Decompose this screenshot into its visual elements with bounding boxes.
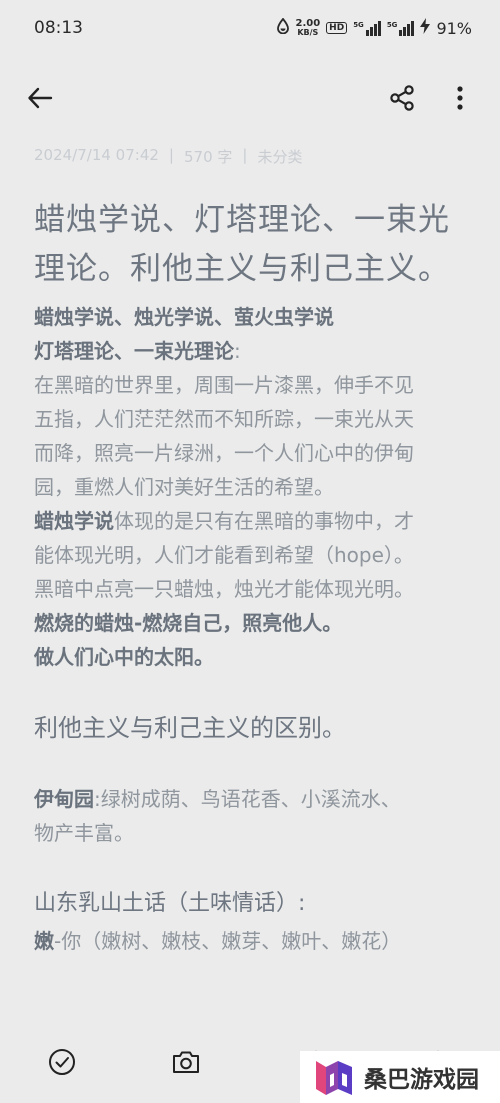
paragraph-line: 五指，人们茫茫然而不知所踪，一束光从天 <box>34 407 414 431</box>
net-speed: 2.00 KB/S <box>295 18 321 37</box>
share-icon <box>390 85 414 111</box>
paragraph-line: 物产丰富。 <box>34 821 134 845</box>
paragraph-line: 能体现光明，人们才能看到希望（hope）。 <box>34 543 414 567</box>
signal-icon-2: 5G <box>387 20 415 36</box>
note-toolbar <box>0 70 500 126</box>
watermark-text: 桑巴游戏园 <box>364 1067 479 1093</box>
paragraph-line: 园，重燃人们对美好生活的希望。 <box>34 475 334 499</box>
more-vertical-icon <box>457 86 463 110</box>
note-editor[interactable]: 蜡烛学说、灯塔理论、一束光 理论。利他主义与利己主义。 蜡烛学说、烛光学说、萤火… <box>34 196 474 958</box>
signal-icon: 5G <box>353 20 381 36</box>
bold-line: 做人们心中的太阳。 <box>34 645 214 669</box>
paragraph-line: 蜡烛学说体现的是只有在黑暗的事物中，才 <box>34 509 414 533</box>
note-datetime: 2024/7/14 07:42 <box>34 146 159 164</box>
camera-button[interactable] <box>166 1042 206 1082</box>
note-meta: 2024/7/14 07:42 | 570 字 | 未分类 <box>34 146 302 167</box>
subhead-line: 蜡烛学说、烛光学说、萤火虫学说 <box>34 305 334 329</box>
check-circle-icon <box>49 1049 75 1075</box>
note-category[interactable]: 未分类 <box>257 146 302 167</box>
watermark-logo-icon <box>316 1061 352 1095</box>
more-options-button[interactable] <box>442 76 478 120</box>
section-heading: 利他主义与利己主义的区别。 <box>34 714 346 742</box>
bold-line: 燃烧的蜡烛-燃烧自己，照亮他人。 <box>34 611 343 635</box>
status-bar: 08:13 2.00 KB/S HD 5G 5G 91% <box>0 0 500 56</box>
meta-separator: | <box>242 146 248 164</box>
share-button[interactable] <box>382 76 422 120</box>
charging-icon <box>420 18 431 38</box>
back-button[interactable] <box>20 76 60 120</box>
subhead-line: 灯塔理论、一束光理论: <box>34 339 241 363</box>
checklist-button[interactable] <box>42 1042 82 1082</box>
status-time: 08:13 <box>34 18 83 38</box>
hd-badge: HD <box>326 22 348 34</box>
note-title[interactable]: 蜡烛学说、灯塔理论、一束光 理论。利他主义与利己主义。 <box>34 196 474 294</box>
section-heading: 山东乳山土话（土味情话）: <box>34 891 306 916</box>
paragraph-line: 嫩-你（嫩树、嫩枝、嫩芽、嫩叶、嫩花） <box>34 929 402 953</box>
meta-separator: | <box>168 146 174 164</box>
paragraph-line: 黑暗中点亮一只蜡烛，烛光才能体现光明。 <box>34 577 414 601</box>
paragraph-line: 而降，照亮一片绿洲，一个人们心中的伊甸 <box>34 441 414 465</box>
paragraph-line: 伊甸园:绿树成荫、鸟语花香、小溪流水、 <box>34 787 401 811</box>
camera-icon <box>173 1051 199 1073</box>
drop-icon <box>277 17 290 38</box>
status-icons: 2.00 KB/S HD 5G 5G 91% <box>277 17 472 38</box>
battery-level: 91% <box>436 18 472 38</box>
note-word-count: 570 字 <box>183 148 233 166</box>
paragraph-line: 在黑暗的世界里，周围一片漆黑，伸手不见 <box>34 373 414 397</box>
arrow-left-icon <box>28 87 53 109</box>
watermark: 桑巴游戏园 <box>300 1051 500 1103</box>
